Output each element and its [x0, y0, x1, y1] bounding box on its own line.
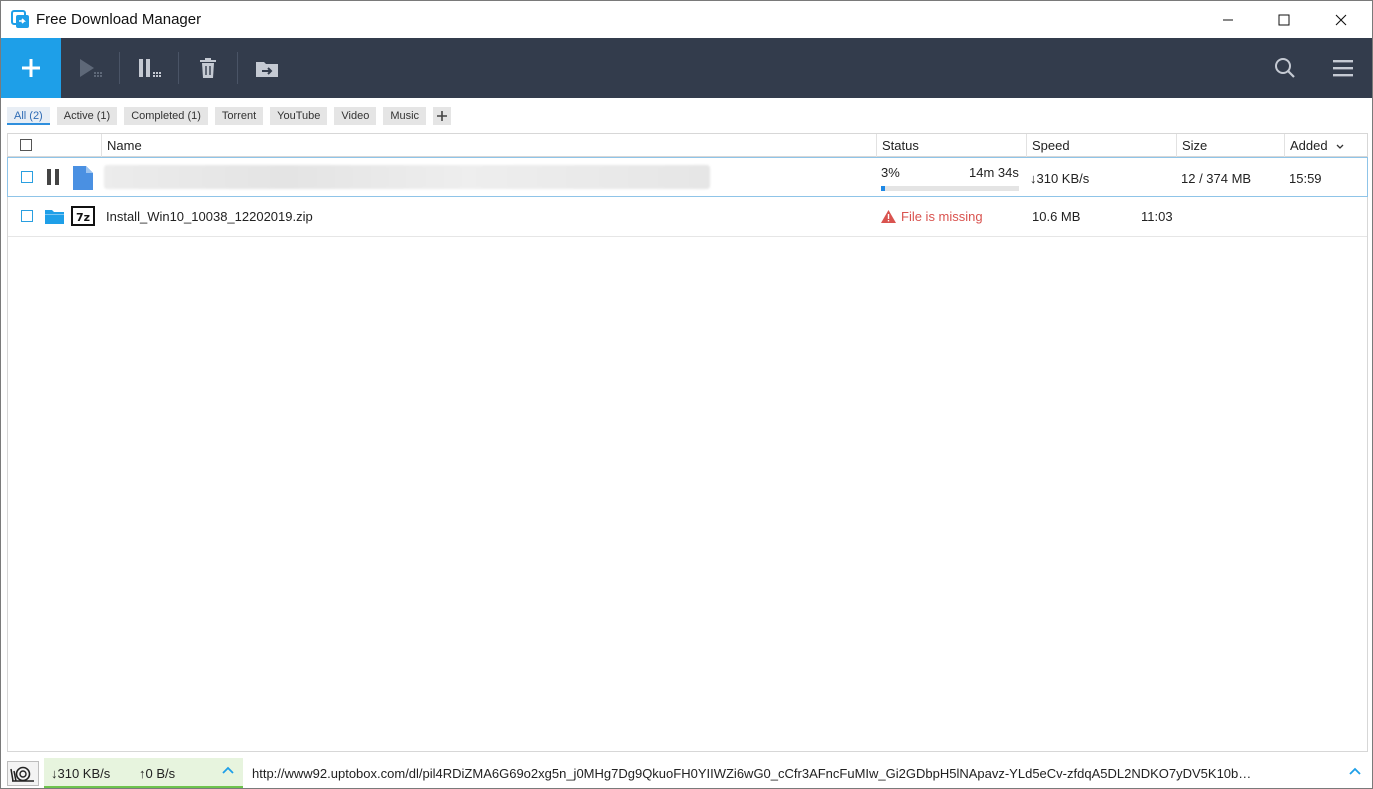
- row-checkbox[interactable]: [21, 171, 33, 183]
- downloads-table: Name Status Speed Size Added 3% 14m 34s: [7, 133, 1368, 752]
- column-name[interactable]: Name: [101, 134, 877, 157]
- file-size: 10.6 MB: [1032, 209, 1081, 224]
- warning-icon: [881, 210, 896, 223]
- main-menu-button[interactable]: [1314, 38, 1372, 98]
- column-added[interactable]: Added: [1284, 134, 1367, 157]
- column-status[interactable]: Status: [876, 134, 1026, 157]
- added-time: 11:03: [1141, 209, 1173, 224]
- table-header: Name Status Speed Size Added: [8, 134, 1367, 157]
- filter-video[interactable]: Video: [334, 107, 377, 125]
- move-button[interactable]: [238, 38, 296, 98]
- folder-icon: [45, 210, 64, 224]
- column-speed[interactable]: Speed: [1026, 134, 1176, 157]
- close-icon: [1335, 14, 1347, 25]
- close-button[interactable]: [1318, 1, 1364, 38]
- column-added-label: Added: [1290, 138, 1328, 153]
- filter-torrent[interactable]: Torrent: [214, 107, 264, 125]
- column-size[interactable]: Size: [1176, 134, 1284, 157]
- maximize-icon: [1278, 14, 1290, 25]
- table-row[interactable]: 7z Install_Win10_10038_12202019.zip File…: [8, 197, 1367, 237]
- speed-limit-button[interactable]: [7, 761, 39, 786]
- download-speed: ↓310 KB/s: [1030, 171, 1090, 186]
- move-folder-icon: [256, 62, 278, 77]
- add-download-button[interactable]: [1, 38, 61, 98]
- minimize-button[interactable]: [1205, 1, 1251, 38]
- chevron-up-icon: [222, 766, 234, 774]
- file-icon: [73, 166, 93, 193]
- status-error: File is missing: [881, 209, 983, 224]
- eta: 14m 34s: [969, 165, 1019, 180]
- pause-row-button[interactable]: [47, 169, 59, 188]
- added-time: 15:59: [1289, 171, 1322, 186]
- status-bar: ↓310 KB/s ↑0 B/s http://www92.uptobox.co…: [1, 758, 1372, 788]
- progress-bar-fill: [881, 186, 886, 191]
- filter-music[interactable]: Music: [383, 107, 427, 125]
- file-name-redacted: [104, 165, 710, 189]
- select-all-checkbox[interactable]: [20, 139, 32, 151]
- title-bar: Free Download Manager: [1, 1, 1372, 38]
- trash-icon: [200, 58, 216, 78]
- pause-icon: [47, 169, 59, 185]
- row-checkbox[interactable]: [21, 210, 33, 222]
- filter-all[interactable]: All (2): [7, 107, 50, 125]
- search-icon: [1275, 58, 1295, 78]
- file-name: Install_Win10_10038_12202019.zip: [106, 209, 313, 224]
- progress-bar: [881, 186, 1019, 191]
- window-title: Free Download Manager: [36, 11, 202, 28]
- total-download-speed: ↓310 KB/s: [51, 766, 111, 781]
- expand-chevron-up-icon[interactable]: [1349, 766, 1361, 776]
- search-button[interactable]: [1256, 38, 1314, 98]
- plus-icon: [437, 111, 448, 121]
- fdm-logo-icon: [11, 10, 30, 29]
- filter-completed[interactable]: Completed (1): [124, 107, 208, 125]
- progress-percent: 3%: [881, 165, 900, 180]
- open-folder-button[interactable]: [45, 209, 64, 227]
- add-filter-button[interactable]: [433, 107, 452, 125]
- table-row[interactable]: 3% 14m 34s ↓310 KB/s 12 / 374 MB 15:59: [7, 157, 1368, 197]
- pause-icon: [139, 59, 161, 77]
- add-icon: [22, 59, 40, 77]
- svg-text:7z: 7z: [76, 211, 90, 224]
- play-icon: [80, 59, 102, 77]
- status-error-text: File is missing: [901, 209, 983, 224]
- filter-tabs: All (2) Active (1) Completed (1) Torrent…: [7, 107, 452, 125]
- menu-icon: [1333, 60, 1353, 77]
- current-url: http://www92.uptobox.com/dl/pil4RDiZMA6G…: [252, 766, 1252, 781]
- sort-desc-icon: [1336, 144, 1344, 149]
- app-window: Free Download Manager All (2) Active (1)…: [0, 0, 1373, 789]
- resume-button[interactable]: [61, 38, 119, 98]
- filter-youtube[interactable]: YouTube: [270, 107, 328, 125]
- total-upload-speed: ↑0 B/s: [139, 766, 176, 781]
- maximize-button[interactable]: [1261, 1, 1307, 38]
- 7z-archive-icon: 7z: [71, 206, 95, 229]
- minimize-icon: [1223, 19, 1233, 20]
- file-size: 12 / 374 MB: [1181, 171, 1252, 186]
- delete-button[interactable]: [179, 38, 237, 98]
- speed-summary[interactable]: ↓310 KB/s ↑0 B/s: [44, 758, 243, 788]
- snail-icon: [10, 766, 34, 782]
- toolbar: [1, 38, 1372, 98]
- filter-active[interactable]: Active (1): [56, 107, 118, 125]
- pause-button[interactable]: [120, 38, 178, 98]
